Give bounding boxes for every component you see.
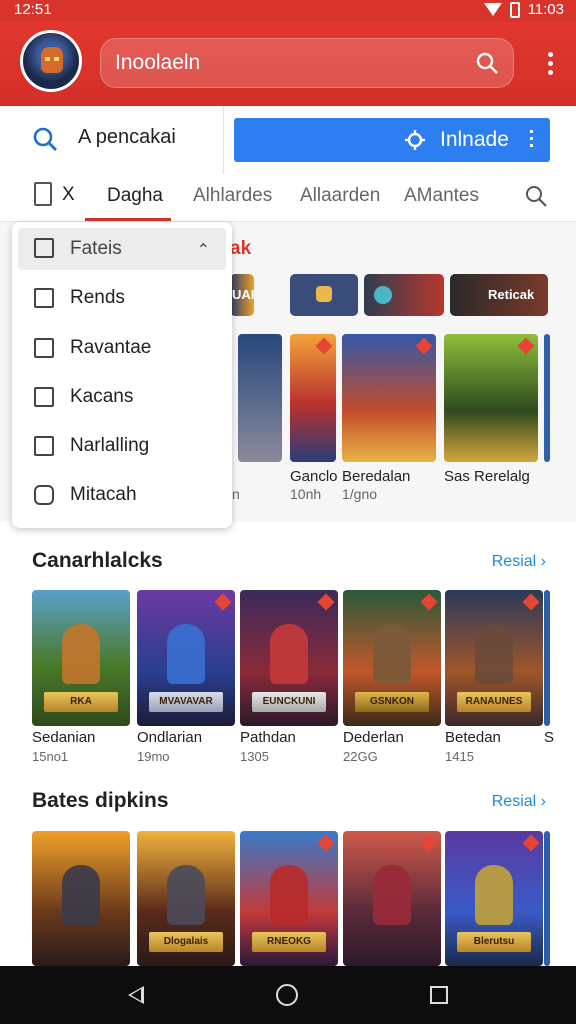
status-clock: 11:03: [527, 1, 564, 18]
gear-icon: [405, 130, 425, 150]
featured-card[interactable]: [290, 334, 336, 462]
dropdown-item[interactable]: Kacans: [32, 383, 222, 413]
dropdown-header-label: Fateis: [70, 238, 122, 259]
game-card[interactable]: RKA: [32, 590, 130, 726]
game-card[interactable]: MVAVAVAR: [137, 590, 235, 726]
search-icon[interactable]: [524, 184, 548, 208]
battery-icon: [509, 1, 520, 18]
game-sub: 1305: [240, 749, 269, 764]
expand-icon: [34, 238, 54, 258]
featured-banner[interactable]: [364, 274, 444, 316]
featured-banner[interactable]: [290, 274, 358, 316]
status-time: 12:51: [14, 1, 52, 18]
circle-logo-icon: [374, 286, 392, 304]
document-icon: [34, 387, 54, 407]
install-button-label: Inlnade: [440, 128, 509, 151]
featured-card[interactable]: [342, 334, 436, 462]
badge-icon: [517, 337, 535, 355]
dropdown-item[interactable]: Mitacah: [32, 481, 222, 511]
game-sub: 15no1: [32, 749, 69, 764]
game-title: Pathdan: [240, 729, 296, 746]
wifi-icon: [483, 3, 502, 16]
tab-dagha[interactable]: Dagha: [107, 185, 163, 207]
checkbox-icon: [34, 338, 54, 358]
back-icon[interactable]: [128, 986, 144, 1004]
dropdown-header[interactable]: Fateis ⌃: [18, 228, 226, 270]
dropdown-item[interactable]: Ravantae: [32, 334, 222, 364]
featured-card[interactable]: [444, 334, 538, 462]
game-card[interactable]: [32, 831, 130, 966]
game-sub: 1415: [445, 749, 474, 764]
dropdown-item[interactable]: Rends: [32, 284, 222, 314]
search-icon[interactable]: [475, 51, 499, 75]
game-card[interactable]: [544, 831, 550, 966]
app-search-text: Inoolaeln: [115, 51, 201, 74]
badge-icon: [315, 337, 333, 355]
search-row: A pencakai Inlnade: [0, 106, 576, 174]
section-title: Canarhlalcks: [32, 549, 163, 572]
install-more-icon[interactable]: [530, 130, 534, 150]
game-card[interactable]: Dlogalais: [137, 831, 235, 966]
game-title: Sedanian: [32, 729, 96, 746]
chevron-up-icon: ⌃: [196, 242, 210, 259]
app-search-field[interactable]: Inoolaeln: [100, 38, 514, 88]
game-card[interactable]: RNEOKG: [240, 831, 338, 966]
game-title: S: [544, 729, 555, 746]
status-icons: 11:03: [483, 1, 564, 18]
featured-banner[interactable]: UAK: [230, 274, 254, 316]
home-icon[interactable]: [276, 984, 298, 1006]
badge-icon: [415, 337, 433, 355]
featured-card[interactable]: [544, 334, 550, 462]
see-all-link[interactable]: Resial ›: [492, 553, 546, 571]
close-tabs-button[interactable]: X: [62, 184, 75, 206]
featured-heading: ak: [230, 238, 252, 259]
game-card[interactable]: RANAUNES: [445, 590, 543, 726]
featured-banner[interactable]: Reticak: [450, 274, 548, 316]
search-query: A pencakai: [78, 126, 176, 148]
search-input[interactable]: A pencakai: [12, 106, 224, 174]
game-sub: 19mo: [137, 749, 170, 764]
shield-icon: [34, 485, 54, 505]
featured-card[interactable]: [238, 334, 282, 462]
section-title: Bates dipkins: [32, 789, 169, 812]
game-card[interactable]: [544, 590, 550, 726]
game-card[interactable]: EUNCKUNI: [240, 590, 338, 726]
game-sub: 22GG: [343, 749, 378, 764]
game-title: Betedan: [445, 729, 501, 746]
system-nav-bar: [0, 966, 576, 1024]
game-card[interactable]: [343, 831, 441, 966]
app-bar: Inoolaeln: [0, 22, 576, 106]
filter-dropdown: Fateis ⌃ Rends Ravantae Kacans Narlallin…: [12, 222, 232, 528]
featured-title: Ganclo: [290, 468, 338, 485]
dropdown-item[interactable]: Narlalling: [32, 432, 222, 462]
game-card[interactable]: Blerutsu: [445, 831, 543, 966]
tab-amantes[interactable]: AMantes: [404, 185, 479, 207]
trash-icon[interactable]: [34, 182, 52, 206]
category-tabs: X Dagha Alhlardes Allaarden AMantes: [0, 174, 576, 222]
avatar-eye-right: [54, 57, 59, 61]
tab-allaarden[interactable]: Allaarden: [300, 185, 380, 207]
active-tab-indicator: [85, 218, 171, 221]
featured-sub: n: [232, 486, 240, 502]
tab-alhlardes[interactable]: Alhlardes: [193, 185, 272, 207]
search-icon: [33, 127, 57, 151]
game-card[interactable]: GSNKON: [343, 590, 441, 726]
install-button[interactable]: Inlnade: [234, 118, 550, 162]
calendar-icon: [34, 436, 54, 456]
controller-icon: [316, 286, 332, 302]
featured-title: Beredalan: [342, 468, 411, 485]
featured-sub: 1/gno: [342, 486, 378, 502]
featured-title: Sas Rerelalg: [444, 468, 530, 485]
game-title: Ondlarian: [137, 729, 203, 746]
status-bar: 12:51 11:03: [0, 0, 576, 22]
avatar-eye-left: [45, 57, 50, 61]
overflow-menu-icon[interactable]: [548, 52, 554, 76]
featured-sub: 10nh: [290, 486, 322, 502]
avatar[interactable]: [20, 30, 82, 92]
bookmark-icon: [34, 288, 54, 308]
see-all-link[interactable]: Resial ›: [492, 793, 546, 811]
game-title: Dederlan: [343, 729, 404, 746]
recent-apps-icon[interactable]: [430, 986, 448, 1004]
